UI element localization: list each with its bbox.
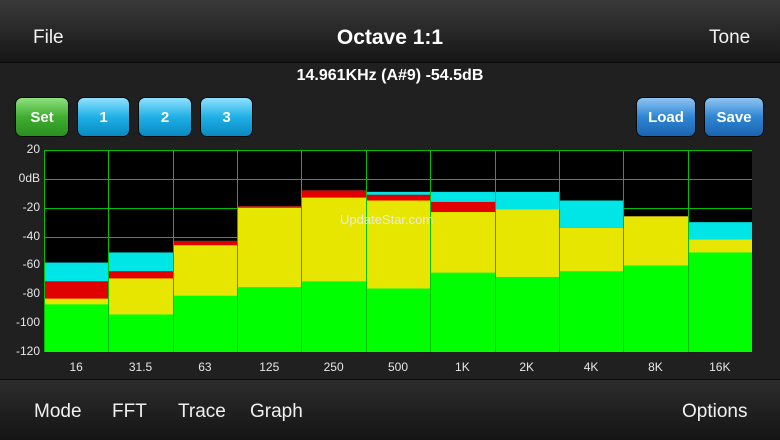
octave-spectrum-chart xyxy=(44,150,752,352)
x-tick-label: 250 xyxy=(323,360,344,374)
x-tick-label: 2K xyxy=(519,360,535,374)
bar-green-segment xyxy=(689,252,752,352)
bar-green-segment xyxy=(624,265,688,352)
y-tick-label: -20 xyxy=(22,199,40,214)
mode-button[interactable]: Mode xyxy=(34,401,82,423)
y-tick-label: -120 xyxy=(15,344,40,358)
memory-3-button[interactable]: 3 xyxy=(200,97,253,137)
load-button[interactable]: Load xyxy=(636,97,696,137)
watermark-text: UpdateStar.com xyxy=(340,212,434,227)
x-tick-label: 500 xyxy=(387,360,409,374)
y-tick-label: -100 xyxy=(15,315,40,330)
bar-green-segment xyxy=(238,287,301,352)
x-tick-label: 16 xyxy=(69,360,83,374)
bar-green-segment xyxy=(431,272,495,352)
bottom-toolbar: Mode FFT Trace Graph Options xyxy=(0,379,780,440)
file-button[interactable]: File xyxy=(33,27,64,49)
memory-1-button[interactable]: 1 xyxy=(77,97,130,137)
x-tick-label: 4K xyxy=(583,360,599,374)
bar-green-segment xyxy=(109,314,173,352)
fft-button[interactable]: FFT xyxy=(112,401,147,423)
trace-button[interactable]: Trace xyxy=(178,401,226,423)
bar-green-segment xyxy=(496,276,559,352)
save-button[interactable]: Save xyxy=(704,97,764,137)
x-tick-label: 125 xyxy=(259,360,280,374)
y-tick-label: -60 xyxy=(22,257,40,272)
bar-green-segment xyxy=(302,281,366,352)
graph-button[interactable]: Graph xyxy=(250,401,303,423)
bar-green-segment xyxy=(560,271,623,352)
y-tick-label: 0dB xyxy=(18,170,40,185)
tone-button[interactable]: Tone xyxy=(709,27,750,49)
y-tick-label: -40 xyxy=(22,228,40,243)
memory-2-button[interactable]: 2 xyxy=(138,97,192,137)
spectrum-svg xyxy=(44,150,752,352)
top-toolbar: File Octave 1:1 Tone xyxy=(0,0,780,63)
peak-readout: 14.961KHz (A#9) -54.5dB xyxy=(296,67,484,84)
set-button[interactable]: Set xyxy=(15,97,69,137)
page-title: Octave 1:1 xyxy=(336,26,444,49)
x-tick-label: 16K xyxy=(709,360,731,374)
bar-green-segment xyxy=(367,288,430,352)
bar-green-segment xyxy=(45,304,108,352)
x-tick-label: 8K xyxy=(648,360,663,374)
x-tick-label: 63 xyxy=(198,360,212,374)
x-tick-label: 31.5 xyxy=(128,360,153,374)
x-tick-label: 1K xyxy=(455,360,470,374)
bar-green-segment xyxy=(174,295,237,352)
y-tick-label: -80 xyxy=(22,286,40,301)
options-button[interactable]: Options xyxy=(682,401,747,423)
y-tick-label: 20 xyxy=(26,142,40,156)
